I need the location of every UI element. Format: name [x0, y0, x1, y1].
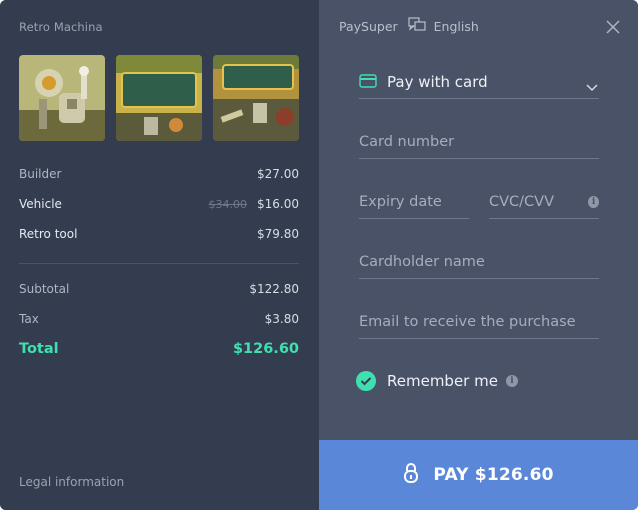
summary-divider [19, 263, 299, 264]
translate-icon[interactable] [408, 17, 426, 35]
item-price: $16.00 [257, 197, 299, 211]
subtotal-value: $122.80 [249, 282, 299, 296]
remember-me-label[interactable]: Remember me [387, 372, 498, 390]
line-items: Builder $27.00 Vehicle $34.00 $16.00 Ret… [19, 159, 299, 364]
total-row: Total $126.60 [19, 334, 299, 364]
checkout-window: Retro Machina Builder $27.00 Vehicle $34… [0, 0, 638, 510]
payment-header: PaySuper English [339, 17, 479, 35]
card-icon [359, 73, 377, 92]
chevron-down-icon [585, 77, 599, 92]
pay-button[interactable]: PAY $126.60 [319, 440, 638, 510]
cvc-input[interactable] [489, 194, 589, 210]
brand-name: PaySuper [339, 18, 398, 34]
remember-me-checkbox[interactable] [356, 371, 376, 391]
thumbnail-robot [19, 55, 105, 141]
subtotal-row: Subtotal $122.80 [19, 274, 299, 304]
payment-panel: PaySuper English Pay with card Card numb… [319, 0, 638, 510]
expiry-date-field[interactable] [359, 186, 469, 219]
total-value: $126.60 [232, 341, 299, 357]
tax-row: Tax $3.80 [19, 304, 299, 334]
thumbnail-scene [213, 55, 299, 141]
pay-button-label: PAY $126.60 [433, 465, 554, 485]
order-summary-panel: Retro Machina Builder $27.00 Vehicle $34… [0, 0, 319, 510]
email-input[interactable] [359, 314, 599, 330]
info-icon[interactable]: i [588, 196, 599, 208]
legal-information-link[interactable]: Legal information [19, 475, 124, 489]
email-field[interactable] [359, 306, 599, 339]
item-name: Vehicle [19, 197, 62, 211]
line-item: Retro tool $79.80 [19, 219, 299, 249]
info-icon[interactable]: i [505, 375, 518, 387]
expiry-date-input[interactable] [359, 194, 469, 210]
line-item: Vehicle $34.00 $16.00 [19, 189, 299, 219]
tax-value: $3.80 [264, 312, 299, 326]
cvc-field[interactable]: i [489, 186, 599, 219]
line-item: Builder $27.00 [19, 159, 299, 189]
thumbnail-logo [116, 55, 202, 141]
cardholder-name-field[interactable] [359, 246, 599, 279]
item-name: Retro tool [19, 227, 78, 241]
cardholder-name-input[interactable] [359, 254, 599, 270]
card-number-field[interactable] [359, 126, 599, 159]
item-old-price: $34.00 [208, 197, 248, 211]
item-price: $27.00 [257, 167, 299, 181]
payment-method-label: Pay with card [387, 73, 488, 91]
lock-icon [403, 462, 419, 488]
item-name: Builder [19, 167, 62, 181]
payment-method-select[interactable]: Pay with card [359, 66, 599, 99]
store-title: Retro Machina [19, 20, 103, 34]
check-icon [360, 377, 372, 386]
language-selector[interactable]: English [434, 19, 479, 34]
item-price: $79.80 [257, 227, 299, 241]
close-icon[interactable] [606, 19, 620, 34]
remember-me-row: Remember me i [356, 371, 518, 391]
total-label: Total [19, 341, 59, 357]
product-thumbnails [19, 55, 299, 141]
subtotal-label: Subtotal [19, 282, 70, 296]
card-number-input[interactable] [359, 134, 599, 150]
tax-label: Tax [19, 312, 39, 326]
